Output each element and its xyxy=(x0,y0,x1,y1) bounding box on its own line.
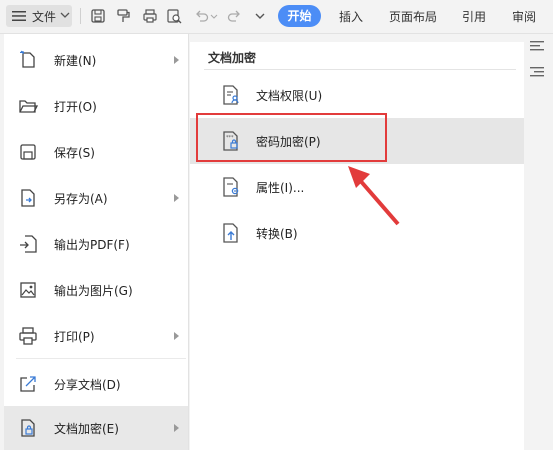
tab-insert[interactable]: 插入 xyxy=(339,8,363,25)
menu-item-label: 新建(N) xyxy=(54,54,97,68)
ribbon-strip xyxy=(524,34,553,450)
export-pdf-icon xyxy=(20,235,37,253)
submenu-arrow-icon xyxy=(174,424,179,432)
print-icon xyxy=(19,327,37,345)
menu-item-label: 文档加密(E) xyxy=(54,422,119,436)
print-icon[interactable] xyxy=(142,8,158,24)
more-icon[interactable] xyxy=(252,8,268,24)
highlight-box xyxy=(196,113,387,162)
submenu-arrow-icon xyxy=(174,332,179,340)
submenu-item-label: 属性(I)... xyxy=(256,181,305,195)
submenu-item-label: 转换(B) xyxy=(256,227,298,241)
undo-icon[interactable] xyxy=(194,8,210,24)
save-as-icon xyxy=(21,189,35,207)
menu-item-doc-encrypt[interactable]: 文档加密(E) xyxy=(4,406,188,450)
file-menu-label: 文件 xyxy=(32,10,57,24)
export-image-icon xyxy=(20,282,36,298)
format-painter-icon[interactable] xyxy=(116,8,132,24)
doc-properties-icon xyxy=(223,177,239,197)
toolbar: 文件 开始 插入 页面布局 引用 审阅 xyxy=(0,0,553,34)
submenu-arrow-icon xyxy=(174,56,179,64)
submenu-title: 文档加密 xyxy=(208,51,257,65)
doc-encrypt-submenu: 文档加密 文档权限(U) *** 密码加密(P) 属性(I)... 转换(B) xyxy=(190,42,524,450)
menu-item-print[interactable]: 打印(P) xyxy=(4,314,188,358)
menu-item-label: 打印(P) xyxy=(54,330,95,344)
folder-open-icon xyxy=(19,100,38,113)
submenu-divider xyxy=(204,69,516,70)
hamburger-icon xyxy=(12,11,26,21)
menu-item-label: 输出为图片(G) xyxy=(54,284,133,298)
menu-item-label: 保存(S) xyxy=(54,146,95,160)
redo-icon[interactable] xyxy=(226,8,242,24)
align-icon[interactable] xyxy=(528,40,548,54)
tab-home[interactable]: 开始 xyxy=(278,5,321,27)
new-doc-icon xyxy=(20,50,35,68)
undo-dropdown-icon[interactable] xyxy=(210,8,218,24)
submenu-arrow-icon xyxy=(174,194,179,202)
menu-item-label: 分享文档(D) xyxy=(54,378,121,392)
menu-item-new[interactable]: 新建(N) xyxy=(4,38,188,82)
tab-page-layout[interactable]: 页面布局 xyxy=(389,8,437,25)
menu-item-save-as[interactable]: 另存为(A) xyxy=(4,176,188,220)
menu-item-label: 打开(O) xyxy=(54,100,97,114)
menu-item-save[interactable]: 保存(S) xyxy=(4,130,188,174)
file-menu: 新建(N) 打开(O) 保存(S) 另存为(A) 输出为PDF(F) 输出为图片… xyxy=(4,34,189,450)
save-icon[interactable] xyxy=(90,8,106,24)
chevron-down-icon xyxy=(60,12,70,18)
save-icon xyxy=(20,144,36,160)
tab-references[interactable]: 引用 xyxy=(462,8,486,25)
share-icon xyxy=(20,376,36,392)
menu-item-label: 输出为PDF(F) xyxy=(54,238,130,252)
menu-item-export-pdf[interactable]: 输出为PDF(F) xyxy=(4,222,188,266)
annotation-arrow-icon xyxy=(348,166,400,226)
menu-divider xyxy=(16,358,186,359)
doc-encrypt-icon xyxy=(21,419,35,437)
convert-icon xyxy=(223,223,238,243)
toolbar-divider xyxy=(80,8,81,24)
menu-item-label: 另存为(A) xyxy=(54,192,108,206)
menu-item-open[interactable]: 打开(O) xyxy=(4,84,188,128)
tab-review[interactable]: 审阅 xyxy=(512,8,536,25)
submenu-item-doc-permission[interactable]: 文档权限(U) xyxy=(190,72,524,118)
doc-permission-icon xyxy=(223,85,239,105)
print-preview-icon[interactable] xyxy=(166,8,182,24)
menu-item-share[interactable]: 分享文档(D) xyxy=(4,362,188,406)
menu-item-export-image[interactable]: 输出为图片(G) xyxy=(4,268,188,312)
file-menu-button[interactable]: 文件 xyxy=(6,5,72,27)
submenu-item-label: 文档权限(U) xyxy=(256,89,323,103)
justify-icon[interactable] xyxy=(528,66,548,80)
